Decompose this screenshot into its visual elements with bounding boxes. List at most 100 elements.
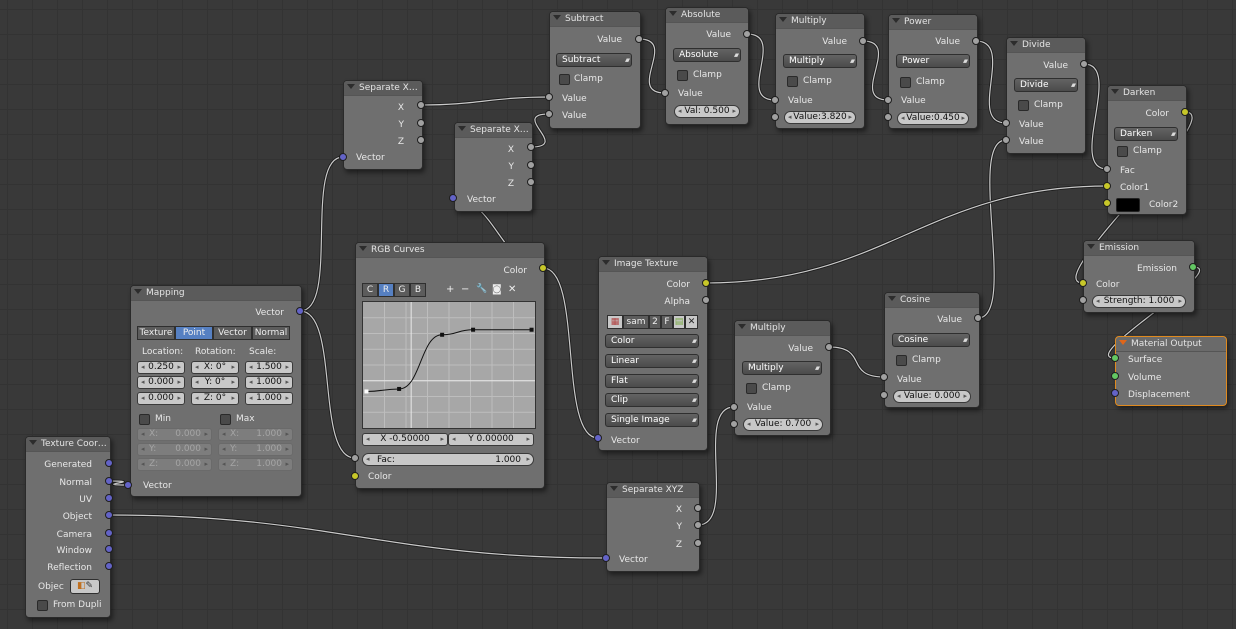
node-header[interactable]: Multiply [735,321,830,336]
plus-icon[interactable]: + [446,284,454,296]
socket-fac-in[interactable] [1103,165,1111,173]
node-subtract[interactable]: Subtract Value Subtract Clamp Value Valu… [549,11,641,129]
tab-normal[interactable]: Normal [252,326,290,340]
location-y-field[interactable]: 0.000 [137,376,185,389]
node-cosine[interactable]: Cosine Value Cosine Clamp Value Value: 0… [884,292,980,408]
socket-value-in-1[interactable] [545,93,553,101]
socket-fac-in[interactable] [351,454,359,462]
color-space-dropdown[interactable]: Color [605,334,699,348]
node-material-output[interactable]: Material Output Surface Volume Displacem… [1115,336,1227,406]
socket-value-in[interactable] [661,89,669,97]
node-header[interactable]: Mapping [131,286,301,301]
socket-value-in-2[interactable] [730,420,738,428]
extension-dropdown[interactable]: Clip [605,393,699,407]
socket-x-out[interactable] [694,504,702,512]
node-mapping[interactable]: Mapping Vector Texture Point Vector Norm… [130,285,302,497]
socket-value-out[interactable] [974,314,982,322]
socket-x-out[interactable] [417,101,425,109]
tab-point[interactable]: Point [175,326,213,340]
value-field[interactable]: Value: 0.000 [893,390,971,403]
socket-value-in[interactable] [771,96,779,104]
value-field[interactable]: Value:0.450 [897,112,969,125]
curve-canvas[interactable] [363,302,535,428]
curve-control-point[interactable] [397,386,402,391]
node-header[interactable]: Darken [1108,86,1186,101]
socket-value-in-1[interactable] [1002,119,1010,127]
collapse-icon[interactable] [610,486,618,491]
clamp-checkbox[interactable] [787,76,798,87]
node-link[interactable] [299,156,344,312]
socket-object-out[interactable] [105,511,113,519]
node-emission[interactable]: Emission Emission Color Strength: 1.000 [1083,240,1195,313]
channel-b-button[interactable]: B [410,283,426,297]
socket-volume-in[interactable] [1111,372,1119,380]
socket-value-in-2[interactable] [884,113,892,121]
node-divide[interactable]: Divide Value Divide Clamp Value Value [1006,37,1086,154]
object-picker[interactable]: ◧✎ [70,579,100,594]
node-texture-coordinate[interactable]: Texture Coor… Generated Normal UV Object… [25,436,111,618]
socket-reflection-out[interactable] [105,562,113,570]
socket-strength-in[interactable] [1079,296,1087,304]
min-checkbox[interactable] [139,414,150,425]
socket-value-in[interactable] [730,403,738,411]
socket-window-out[interactable] [105,545,113,553]
image-browse-icon[interactable]: ▦ [607,315,623,329]
collapse-icon[interactable] [1119,340,1127,345]
collapse-icon[interactable] [347,84,355,89]
rotation-x-field[interactable]: X: 0° [191,361,239,374]
clamp-checkbox[interactable] [900,77,911,88]
node-multiply-1[interactable]: Multiply Value Multiply Clamp Value Valu… [775,13,865,129]
curve-y-field[interactable]: Y 0.00000 [448,433,534,446]
node-link[interactable] [977,139,1007,319]
interpolation-dropdown[interactable]: Linear [605,354,699,368]
value-field[interactable]: Value: 0.700 [743,418,823,431]
node-header[interactable]: Separate XYZ [607,483,699,498]
collapse-icon[interactable] [29,440,37,445]
socket-y-out[interactable] [417,119,425,127]
clamp-checkbox[interactable] [559,74,570,85]
value-field[interactable]: Val: 0.500 [674,105,740,118]
node-separate-xyz-1[interactable]: Separate X… X Y Z Vector [343,80,423,170]
node-header[interactable]: Subtract [550,12,640,27]
socket-color1-in[interactable] [1103,182,1111,190]
operation-dropdown[interactable]: Subtract [556,53,632,67]
socket-value-in-2[interactable] [771,113,779,121]
socket-z-out[interactable] [694,539,702,547]
socket-color-out[interactable] [539,264,547,272]
socket-vector-in[interactable] [602,554,610,562]
wrench-icon[interactable]: 🔧 [476,283,487,295]
strength-field[interactable]: Strength: 1.000 [1092,295,1186,308]
collapse-icon[interactable] [892,18,900,23]
channel-r-button[interactable]: R [378,283,394,297]
node-link[interactable] [1083,63,1108,170]
scale-z-field[interactable]: 1.000 [245,392,293,405]
scale-x-field[interactable]: 1.500 [245,361,293,374]
image-users-count[interactable]: 2 [649,315,661,329]
collapse-icon[interactable] [669,11,677,16]
collapse-icon[interactable] [458,126,466,131]
location-z-field[interactable]: 0.000 [137,392,185,405]
tab-texture[interactable]: Texture [137,326,175,340]
collapse-icon[interactable] [779,17,787,22]
socket-value-out[interactable] [825,343,833,351]
node-header[interactable]: Separate X… [344,81,422,96]
collapse-icon[interactable] [1111,89,1119,94]
curve-control-point[interactable] [529,327,534,332]
socket-value-in[interactable] [880,373,888,381]
socket-vector-in[interactable] [124,481,132,489]
node-power[interactable]: Power Value Power Clamp Value Value:0.45… [888,14,978,129]
node-link[interactable] [299,310,356,459]
operation-dropdown[interactable]: Power [896,54,970,68]
socket-vector-in[interactable] [449,194,457,202]
max-checkbox[interactable] [220,414,231,425]
operation-dropdown[interactable]: Cosine [892,333,970,347]
collapse-icon[interactable] [602,260,610,265]
node-link[interactable] [828,346,885,378]
rotation-y-field[interactable]: Y: 0° [191,376,239,389]
unlink-image-icon[interactable]: ✕ [685,315,698,329]
curve-x-field[interactable]: X -0.50000 [362,433,448,446]
node-link[interactable] [705,185,1108,284]
close-icon[interactable]: ✕ [508,284,516,296]
node-header[interactable]: Multiply [776,14,864,29]
socket-emission-out[interactable] [1189,263,1197,271]
